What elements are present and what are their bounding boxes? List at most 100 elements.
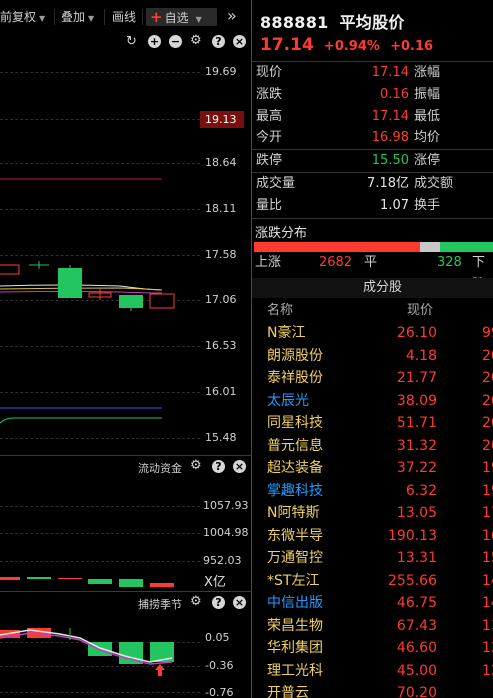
stock-price: 6.32	[405, 482, 437, 499]
fund-unit-label: X亿	[204, 575, 226, 590]
fund-level-label: 1057.93	[203, 499, 249, 512]
current-price-tag: 19.13	[200, 111, 244, 128]
stock-price: 4.18	[405, 347, 437, 364]
panel-divider	[0, 455, 251, 456]
quote-label: 涨跌	[256, 87, 283, 102]
price-level-label: 18.11	[205, 202, 237, 215]
toolbar-divider	[54, 9, 55, 25]
quote-row: 现价 17.14 涨幅	[252, 62, 493, 84]
quote-value: 16.98	[371, 130, 409, 145]
gear-icon[interactable]: ⚙	[190, 459, 202, 472]
quote-label-secondary: 均价	[414, 130, 441, 145]
quote-label-secondary: 成交额	[414, 176, 454, 191]
quote-label: 跌停	[256, 153, 283, 168]
diejia-dropdown[interactable]: 叠加 ▼	[61, 8, 94, 26]
price-level-label: 19.69	[205, 65, 237, 78]
help-icon[interactable]: ?	[212, 460, 225, 473]
quote-row: 跌停 15.50 涨停	[252, 150, 493, 172]
list-item[interactable]: 华利集团 46.60 12	[252, 637, 493, 660]
catch-gridline	[0, 692, 200, 693]
close-icon[interactable]: ×	[233, 35, 246, 48]
fuquan-dropdown[interactable]: 前复权 ▼	[0, 8, 45, 26]
stock-change-percent: 17	[482, 505, 493, 521]
stock-name: N豪江	[267, 325, 306, 341]
help-icon[interactable]: ?	[212, 35, 225, 48]
gear-icon[interactable]: ⚙	[190, 595, 202, 608]
stock-price: 46.60	[396, 640, 437, 656]
list-item[interactable]: *ST左江 255.66 14	[252, 570, 493, 593]
stock-name: 泰祥股份	[267, 370, 323, 386]
price-level-label: 16.01	[205, 385, 237, 398]
panel-divider	[0, 591, 251, 592]
stock-change-percent: 20	[482, 415, 493, 431]
close-icon[interactable]: ×	[233, 460, 246, 473]
quote-label: 量比	[256, 198, 283, 213]
quote-label: 现价	[256, 65, 283, 80]
stock-name: 理工光科	[267, 662, 323, 679]
chevron-down-icon: ▼	[195, 15, 202, 24]
diejia-label: 叠加	[61, 10, 86, 24]
stock-change-percent: 99	[482, 325, 493, 341]
fund-level-label: 952.03	[203, 554, 242, 567]
catch-level-label: -0.76	[205, 686, 234, 698]
column-name[interactable]: 名称	[267, 300, 293, 322]
list-item[interactable]: N阿特斯 13.05 17	[252, 502, 493, 525]
stock-name: *ST左江	[267, 572, 320, 589]
list-item[interactable]: 开普云 70.20	[252, 682, 493, 698]
stock-name: 同星科技	[267, 415, 323, 431]
gear-icon[interactable]: ⚙	[190, 34, 202, 47]
zoom-in-icon[interactable]: +	[148, 35, 161, 48]
list-item[interactable]: 普元信息 31.32 20	[252, 435, 493, 458]
components-header[interactable]: 成分股	[252, 278, 493, 298]
stock-change-percent: 13	[482, 617, 493, 634]
huaxian-button[interactable]: 画线	[112, 8, 136, 26]
more-icon[interactable]: »	[227, 6, 237, 25]
refresh-icon[interactable]: ↻	[126, 35, 137, 48]
zoom-out-icon[interactable]: −	[169, 35, 182, 48]
close-icon[interactable]: ×	[233, 596, 246, 609]
list-item[interactable]: 万通智控 13.31 15	[252, 547, 493, 570]
stock-name: 朗源股份	[267, 347, 323, 364]
catch-panel-title: 捕捞季节	[138, 598, 182, 611]
stock-change-percent: 20	[482, 370, 493, 386]
price-level-label: 18.64	[205, 156, 237, 169]
catch-plot	[0, 628, 174, 676]
quote-label-secondary: 涨停	[414, 153, 441, 168]
catch-level-label: 0.05	[205, 631, 230, 644]
list-item[interactable]: 掌趣科技 6.32 19	[252, 480, 493, 503]
change-percent: +0.94%	[323, 39, 380, 54]
list-item[interactable]: 泰祥股份 21.77 20	[252, 367, 493, 390]
quote-label-secondary: 涨幅	[414, 65, 441, 80]
list-item[interactable]: 理工光科 45.00 12	[252, 660, 493, 683]
list-item[interactable]: N豪江 26.10 99	[252, 322, 493, 345]
help-icon[interactable]: ?	[212, 596, 225, 609]
stock-change-percent: 14	[482, 595, 493, 611]
list-item[interactable]: 朗源股份 4.18 20	[252, 345, 493, 368]
stock-price: 26.10	[396, 325, 437, 341]
list-item[interactable]: 太辰光 38.09 20	[252, 390, 493, 413]
list-item[interactable]: 荣昌生物 67.43 13	[252, 615, 493, 638]
up-label: 上涨	[255, 255, 282, 270]
list-item[interactable]: 超达装备 37.22 19	[252, 457, 493, 480]
section-divider	[252, 218, 493, 219]
fuquan-label: 前复权	[0, 10, 37, 24]
list-item[interactable]: 东微半导 190.13 16	[252, 525, 493, 548]
fund-gridline	[0, 533, 200, 534]
zixuan-dropdown[interactable]: + 自选 ▼	[146, 8, 217, 26]
plus-icon: +	[150, 8, 163, 26]
stock-price: 190.13	[388, 527, 437, 544]
lower-band-line	[0, 417, 162, 424]
flat-label: 平	[364, 255, 378, 270]
quote-value: 0.16	[380, 87, 409, 102]
list-item[interactable]: 中信出版 46.75 14	[252, 592, 493, 615]
fund-gridline	[0, 561, 200, 562]
stock-price: 31.32	[396, 437, 437, 454]
stock-name: 掌趣科技	[267, 482, 323, 499]
quote-value: 15.50	[371, 153, 409, 168]
column-price[interactable]: 现价	[407, 300, 433, 322]
stock-change-percent: 15	[482, 550, 493, 566]
quote-row: 涨跌 0.16 振幅	[252, 84, 493, 106]
kline-chart-area: 前复权 ▼ 叠加 ▼ 画线 + 自选 ▼ » ↻ + − ⚙ ? × 19.69 19.…	[0, 0, 251, 698]
stock-price: 46.75	[396, 595, 437, 611]
list-item[interactable]: 同星科技 51.71 20	[252, 412, 493, 435]
